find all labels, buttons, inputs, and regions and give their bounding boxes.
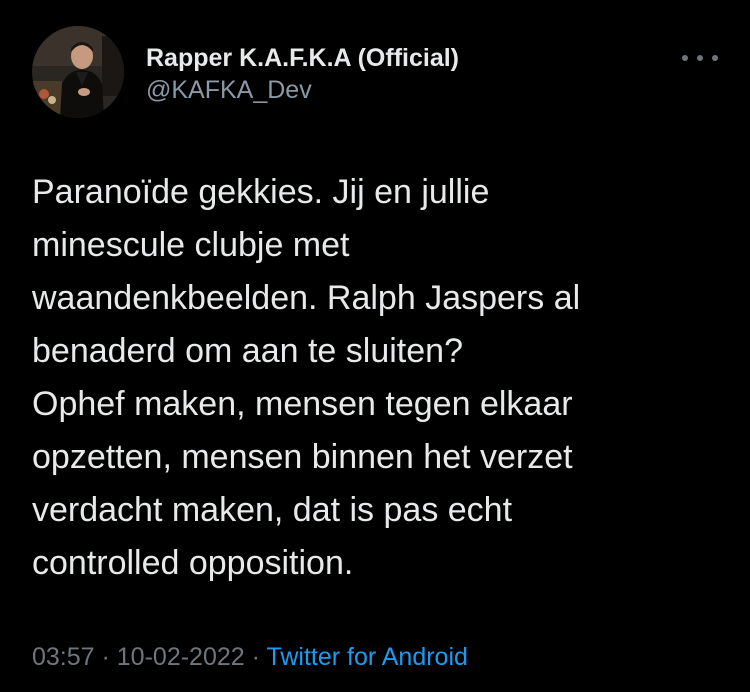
tweet-date[interactable]: 10-02-2022 xyxy=(117,643,245,671)
user-handle[interactable]: @KAFKA_Dev xyxy=(146,74,459,106)
more-horizontal-icon-dot-3 xyxy=(712,55,718,61)
tweet-source-link[interactable]: Twitter for Android xyxy=(266,643,467,671)
tweet-text-line: opzetten, mensen binnen het verzet xyxy=(32,438,573,476)
more-options-button[interactable] xyxy=(682,48,718,68)
tweet-text-line: minescule clubje met xyxy=(32,226,350,264)
tweet-text-line: Paranoïde gekkies. Jij en jullie xyxy=(32,173,490,211)
more-horizontal-icon xyxy=(682,55,688,61)
avatar[interactable] xyxy=(32,26,124,118)
tweet-header: Rapper K.A.F.K.A (Official) @KAFKA_Dev xyxy=(32,26,722,118)
tweet-time[interactable]: 03:57 xyxy=(32,643,95,671)
meta-separator: · xyxy=(244,643,267,671)
tweet-text-line: verdacht maken, dat is pas echt xyxy=(32,491,513,529)
avatar-photo xyxy=(32,26,124,118)
tweet-text-line: benaderd om aan te sluiten? xyxy=(32,332,463,370)
meta-separator: · xyxy=(94,643,117,671)
author-names: Rapper K.A.F.K.A (Official) @KAFKA_Dev xyxy=(146,42,459,106)
tweet-card: Rapper K.A.F.K.A (Official) @KAFKA_Dev P… xyxy=(0,0,750,692)
display-name[interactable]: Rapper K.A.F.K.A (Official) xyxy=(146,42,459,74)
tweet-text: Paranoïde gekkies. Jij en jullie minescu… xyxy=(32,166,722,590)
tweet-text-line: waandenkbeelden. Ralph Jaspers al xyxy=(32,279,581,317)
more-horizontal-icon-dot-2 xyxy=(697,55,703,61)
tweet-text-line: controlled opposition. xyxy=(32,544,354,582)
tweet-meta: 03:57 · 10-02-2022 · Twitter for Android xyxy=(32,640,468,674)
tweet-text-line: Ophef maken, mensen tegen elkaar xyxy=(32,385,573,423)
